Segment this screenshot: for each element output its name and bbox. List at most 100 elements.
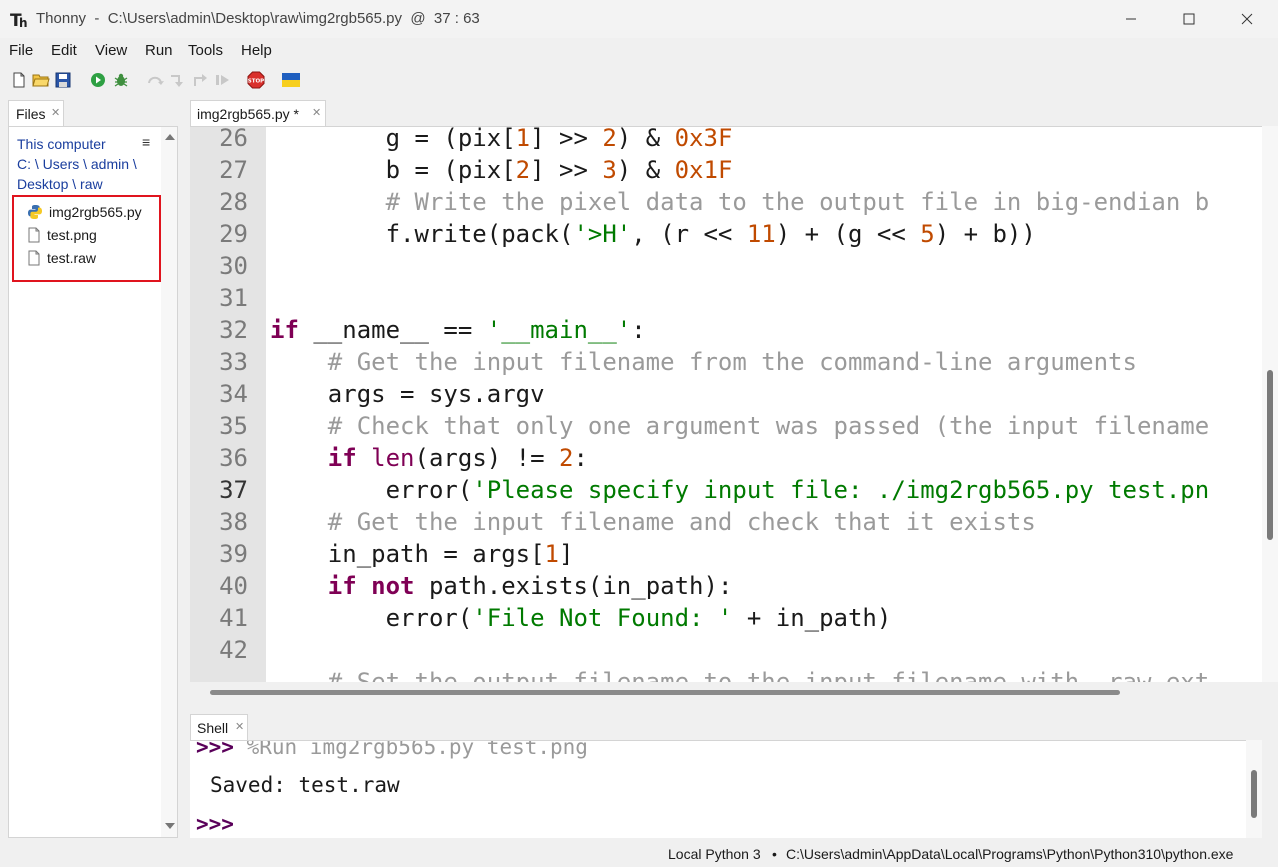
python-file-icon	[28, 205, 42, 219]
step-out-button[interactable]	[191, 70, 211, 90]
menu-view[interactable]: View	[95, 42, 127, 59]
shell-console[interactable]: >>> %Run img2rgb565.py test.png Saved: t…	[190, 740, 1246, 838]
code-token: error(	[270, 476, 473, 504]
file-item[interactable]: test.png	[27, 225, 97, 245]
menu-help[interactable]: Help	[241, 42, 272, 59]
editor-hscroll-thumb[interactable]	[210, 690, 1120, 695]
code-line[interactable]: 34 args = sys.argv	[190, 378, 1250, 410]
file-icon	[28, 250, 40, 266]
code-text: args = sys.argv	[270, 378, 545, 410]
step-over-icon	[148, 76, 164, 85]
code-line[interactable]: # Set the output filename to the input f…	[190, 666, 1250, 682]
interpreter-selector[interactable]: Local Python 3	[668, 846, 761, 862]
tab-shell[interactable]: Shell ✕	[190, 714, 248, 741]
open-file-button[interactable]	[31, 70, 51, 90]
breadcrumb-line-1[interactable]: C: \ Users \ admin \	[17, 156, 137, 172]
line-number: 32	[219, 316, 248, 344]
shell-scroll-thumb[interactable]	[1251, 770, 1257, 818]
shell-vertical-scrollbar[interactable]	[1246, 740, 1262, 838]
editor-scroll-thumb[interactable]	[1267, 370, 1273, 540]
interpreter-path[interactable]: C:\Users\admin\AppData\Local\Programs\Py…	[786, 846, 1233, 862]
code-token: 2	[559, 444, 574, 472]
step-over-button[interactable]	[146, 70, 166, 90]
resume-button[interactable]	[213, 70, 233, 90]
code-line[interactable]: 33 # Get the input filename from the com…	[190, 346, 1250, 378]
ukraine-flag-icon	[282, 73, 300, 87]
code-line[interactable]: 37 error('Please specify input file: ./i…	[190, 474, 1250, 506]
line-number: 42	[219, 636, 248, 664]
files-scrollbar[interactable]	[161, 127, 177, 837]
code-line[interactable]: 36 if len(args) != 2:	[190, 442, 1250, 474]
line-number: 33	[219, 348, 248, 376]
hamburger-menu-icon[interactable]: ≡	[142, 134, 150, 150]
code-token: # Write the pixel data to the output fil…	[385, 188, 1210, 216]
code-token: error(	[270, 604, 473, 632]
scroll-down-arrow-icon[interactable]	[165, 823, 175, 829]
code-text: error('Please specify input file: ./img2…	[270, 474, 1210, 506]
code-line[interactable]: 27 b = (pix[2] >> 3) & 0x1F	[190, 154, 1250, 186]
code-line[interactable]: 32 if __name__ == '__main__':	[190, 314, 1250, 346]
maximize-button[interactable]	[1160, 0, 1218, 38]
line-number: 34	[219, 380, 248, 408]
code-line[interactable]: 39 in_path = args[1]	[190, 538, 1250, 570]
tab-editor-file[interactable]: img2rgb565.py * ✕	[190, 100, 326, 127]
line-number: 28	[219, 188, 248, 216]
code-text: error('File Not Found: ' + in_path)	[270, 602, 892, 634]
code-line[interactable]: 40 if not path.exists(in_path):	[190, 570, 1250, 602]
line-number: 41	[219, 604, 248, 632]
code-token: ) &	[616, 126, 675, 152]
code-line[interactable]: 31	[190, 282, 1250, 314]
close-tab-icon[interactable]: ✕	[312, 106, 321, 119]
code-token: ] >>	[530, 126, 603, 152]
ukraine-support-button[interactable]	[281, 70, 301, 90]
editor-vertical-scrollbar[interactable]	[1262, 126, 1278, 682]
code-token: + in_path)	[732, 604, 892, 632]
code-line[interactable]: 30	[190, 250, 1250, 282]
code-line[interactable]: 35 # Check that only one argument was pa…	[190, 410, 1250, 442]
scroll-up-arrow-icon[interactable]	[165, 134, 175, 140]
menu-tools[interactable]: Tools	[188, 42, 223, 59]
run-button[interactable]	[88, 70, 108, 90]
code-token: '>H'	[573, 220, 632, 248]
save-button[interactable]	[53, 70, 73, 90]
file-item[interactable]: test.raw	[27, 248, 96, 268]
code-line[interactable]: 28 # Write the pixel data to the output …	[190, 186, 1250, 218]
minimize-icon	[1126, 18, 1136, 20]
step-into-icon	[171, 75, 183, 87]
tab-files[interactable]: Files ✕	[8, 100, 64, 127]
code-line[interactable]: 29 f.write(pack('>H', (r << 11) + (g << …	[190, 218, 1250, 250]
code-text: if __name__ == '__main__':	[270, 314, 646, 346]
code-token: # Get the input filename and check that …	[327, 508, 1036, 536]
menu-edit[interactable]: Edit	[51, 42, 77, 59]
debug-button[interactable]	[111, 70, 131, 90]
stop-button[interactable]: STOP	[246, 70, 266, 90]
stop-icon: STOP	[247, 71, 265, 89]
code-line[interactable]: 38 # Get the input filename and check th…	[190, 506, 1250, 538]
step-into-button[interactable]	[168, 70, 188, 90]
files-location-heading[interactable]: This computer	[17, 136, 106, 152]
file-item[interactable]: img2rgb565.py	[27, 202, 142, 222]
code-text: if len(args) != 2:	[270, 442, 588, 474]
breadcrumb-line-2[interactable]: Desktop \ raw	[17, 176, 103, 192]
menu-file[interactable]: File	[9, 42, 33, 59]
close-tab-icon[interactable]: ✕	[51, 106, 60, 119]
code-line[interactable]: 41 error('File Not Found: ' + in_path)	[190, 602, 1250, 634]
shell-prompt: >>>	[196, 740, 234, 759]
menu-run[interactable]: Run	[145, 42, 173, 59]
code-line[interactable]: 42	[190, 634, 1250, 666]
status-separator: •	[772, 846, 777, 862]
code-line[interactable]: 26 g = (pix[1] >> 2) & 0x3F	[190, 126, 1250, 154]
close-tab-icon[interactable]: ✕	[235, 720, 244, 733]
code-text: # Get the input filename from the comman…	[270, 346, 1137, 378]
close-icon	[1241, 13, 1253, 25]
new-file-button[interactable]	[9, 70, 29, 90]
minimize-button[interactable]	[1102, 0, 1160, 38]
editor-horizontal-scrollbar[interactable]	[190, 682, 1262, 702]
new-file-icon	[13, 72, 25, 88]
code-editor[interactable]: 26 g = (pix[1] >> 2) & 0x3F 27 b = (pix[2…	[190, 126, 1262, 682]
close-window-button[interactable]	[1218, 0, 1276, 38]
shell-input-line[interactable]: >>>	[196, 812, 234, 836]
